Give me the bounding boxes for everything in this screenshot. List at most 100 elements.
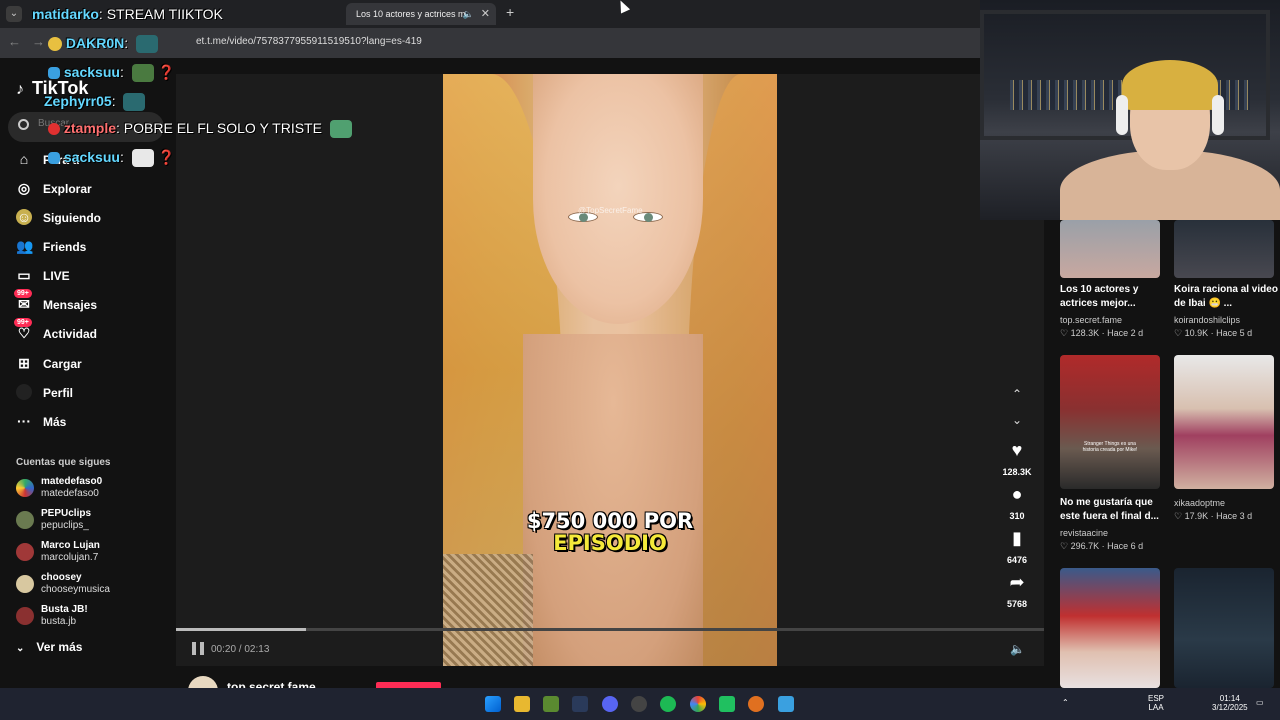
- chrome-icon[interactable]: [690, 696, 706, 712]
- chat-username: sacksuu: [63, 64, 120, 80]
- like-heart-icon[interactable]: ♥: [1007, 440, 1027, 460]
- recommendation-author[interactable]: xikaadoptme: [1174, 498, 1225, 508]
- discord-icon[interactable]: [602, 696, 618, 712]
- see-more-button[interactable]: ⌄ Ver más: [16, 640, 82, 654]
- emote-icon: [123, 93, 146, 112]
- speaker-icon[interactable]: 🔈: [463, 3, 474, 25]
- clock[interactable]: 01:14 3/12/2025: [1212, 694, 1248, 712]
- previous-video-chevron-up-icon[interactable]: ⌃: [1008, 387, 1026, 401]
- recommendation-date: Hace 3 d: [1216, 511, 1253, 521]
- pause-icon[interactable]: [192, 642, 204, 655]
- messages-icon: ✉: [18, 296, 30, 312]
- recommendation-author[interactable]: koirandoshilclips: [1174, 315, 1240, 325]
- language-indicator[interactable]: ESP LAA: [1148, 694, 1164, 712]
- heart-icon: ♡: [1060, 328, 1071, 338]
- chat-message: sacksuu: ❓: [44, 64, 175, 83]
- app-icon[interactable]: [748, 696, 764, 712]
- recommendation-author[interactable]: revistaacine: [1060, 528, 1108, 538]
- account-handle: matedefaso0: [41, 488, 99, 499]
- url-field[interactable]: et.t.me/video/7578377955911519510?lang=e…: [196, 36, 422, 47]
- video-thumbnail[interactable]: [1060, 220, 1160, 278]
- sidebar-item-siguiendo[interactable]: ☺ Siguiendo: [16, 204, 166, 230]
- comment-count: 310: [1009, 511, 1025, 521]
- webcam-streamer-cap: [1122, 60, 1218, 110]
- following-account[interactable]: matedefaso0 matedefaso0: [16, 476, 166, 504]
- notification-icon[interactable]: ▭: [1256, 698, 1264, 707]
- video-progress-bar[interactable]: [176, 628, 1044, 631]
- sidebar-item-friends[interactable]: 👥 Friends: [16, 233, 166, 259]
- live-icon: ▭: [17, 267, 31, 283]
- video-thumbnail[interactable]: [1060, 568, 1160, 688]
- account-name: PEPUclips: [41, 508, 92, 519]
- chat-username: ztample: [63, 120, 117, 136]
- back-arrow-icon[interactable]: ←: [8, 34, 21, 49]
- recommendation-author[interactable]: top.secret.fame: [1060, 315, 1122, 325]
- following-account[interactable]: PEPUclips pepuclips_: [16, 508, 166, 536]
- video-thumbnail[interactable]: [1174, 355, 1274, 489]
- account-handle: chooseymusica: [41, 584, 110, 595]
- notification-badge: 99+: [14, 289, 32, 298]
- video-thumbnail[interactable]: [1174, 220, 1274, 278]
- app-icon[interactable]: [543, 696, 559, 712]
- sidebar-item-label: Mensajes: [43, 298, 98, 312]
- badge-icon: [48, 152, 60, 165]
- close-icon[interactable]: ✕: [481, 3, 490, 25]
- active-tab[interactable]: Los 10 actores y actrices m 🔈 ✕: [346, 3, 496, 25]
- new-tab-button[interactable]: +: [506, 4, 514, 20]
- following-account[interactable]: choosey chooseymusica: [16, 572, 166, 600]
- sidebar-item-perfil[interactable]: Perfil: [16, 379, 166, 405]
- sidebar-item-label: Perfil: [43, 386, 74, 400]
- account-name: matedefaso0: [41, 476, 103, 487]
- video-frame-face: [533, 74, 703, 324]
- recommendation-title[interactable]: No me gustaría que este fuera el final d…: [1060, 496, 1168, 524]
- screen: ⌄ Los 10 actores y actrices m 🔈 ✕ + ← → …: [0, 0, 1280, 720]
- recommendation-title[interactable]: Los 10 actores y actrices mejor...: [1060, 283, 1168, 311]
- comment-icon[interactable]: ●: [1007, 484, 1027, 504]
- spotify-icon[interactable]: [660, 696, 676, 712]
- sidebar-item-label: Friends: [43, 240, 87, 254]
- kick-icon[interactable]: [719, 696, 735, 712]
- like-count: 128.3K: [1002, 467, 1032, 477]
- chat-message: sacksuu: ❓: [44, 149, 175, 168]
- emote-icon: [136, 35, 159, 54]
- notepad-icon[interactable]: [778, 696, 794, 712]
- headphone-icon: [1212, 95, 1224, 135]
- recommendation-title[interactable]: Koira raciona al video de Ibai 😬 ...: [1174, 283, 1280, 311]
- tab-title: Los 10 actores y actrices m: [356, 9, 466, 19]
- sidebar-item-live[interactable]: ▭ LIVE: [16, 262, 166, 288]
- badge-icon: [48, 67, 60, 80]
- following-account[interactable]: Marco Lujan marcolujan.7: [16, 540, 166, 568]
- video-player[interactable]: [443, 74, 777, 666]
- file-explorer-icon[interactable]: [514, 696, 530, 712]
- video-progress-fill: [176, 628, 307, 631]
- video-frame-dress: [443, 554, 533, 666]
- windows-start-icon[interactable]: [485, 696, 501, 712]
- video-watermark: @TopSecretFame: [578, 206, 643, 215]
- share-icon[interactable]: ➦: [1007, 572, 1027, 592]
- emote-icon: [329, 120, 352, 139]
- sidebar-item-cargar[interactable]: ⊞ Cargar: [16, 350, 166, 376]
- sidebar-item-explorar[interactable]: ◎ Explorar: [16, 175, 166, 201]
- tab-search-button[interactable]: ⌄: [6, 6, 22, 22]
- app-icon[interactable]: [631, 696, 647, 712]
- sidebar-item-actividad[interactable]: ♡ 99+ Actividad: [14, 318, 166, 346]
- sidebar-item-mas[interactable]: ··· Más: [16, 408, 166, 434]
- windows-taskbar: ⌃ ESP LAA 01:14 3/12/2025 ▭: [0, 688, 1280, 720]
- next-video-chevron-down-icon[interactable]: ⌄: [1008, 413, 1026, 427]
- following-icon: ☺: [16, 209, 32, 225]
- recommendation-meta: ♡ 10.9K · Hace 5 d: [1174, 328, 1253, 338]
- chevron-up-icon[interactable]: ⌃: [1062, 698, 1069, 707]
- steam-icon[interactable]: [572, 696, 588, 712]
- see-more-label: Ver más: [36, 640, 83, 654]
- volume-icon[interactable]: 🔈: [1010, 642, 1025, 656]
- account-handle: marcolujan.7: [41, 552, 99, 563]
- heart-icon: ♡: [1174, 511, 1185, 521]
- following-account[interactable]: Busta JB! busta.jb: [16, 604, 166, 632]
- avatar: [16, 511, 34, 529]
- sidebar-item-mensajes[interactable]: ✉ 99+ Mensajes: [14, 289, 166, 317]
- video-thumbnail[interactable]: Stranger Things es una historia creada p…: [1060, 355, 1160, 489]
- bookmark-icon[interactable]: ▮: [1007, 528, 1027, 548]
- video-thumbnail[interactable]: [1174, 568, 1274, 688]
- chat-username: Zephyrr05: [44, 93, 112, 109]
- recommendation-likes: 10.9K: [1184, 328, 1209, 338]
